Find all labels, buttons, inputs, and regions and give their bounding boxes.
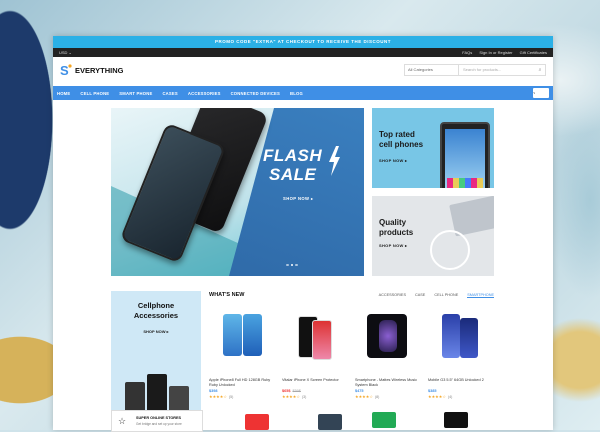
side-banner-title-line2: cell phones — [379, 140, 423, 150]
product-price: $65$$59$ — [282, 389, 348, 393]
product-image — [282, 308, 348, 370]
nav-connected-devices[interactable]: CONNECTED DEVICES — [231, 91, 280, 96]
cart-button[interactable]: 0 — [533, 88, 549, 98]
promo-title-line1: Cellphone — [111, 301, 201, 311]
product-name[interactable]: Apple iPhone8 Full HD 128GB Ruby Ruby Un… — [209, 378, 275, 388]
review-count: (8) — [375, 395, 379, 399]
search-input[interactable]: Search for products... — [459, 65, 535, 75]
product-rating: ★★★★☆(4) — [428, 394, 494, 399]
product-image — [355, 308, 421, 370]
product-name[interactable]: Smartphone - Mattes Wireless Music Syste… — [355, 378, 421, 388]
product-rating: ★★★★☆(8) — [355, 394, 421, 399]
product-card[interactable]: Vitalar iPhone X Screen Protector $65$$5… — [282, 308, 348, 399]
search-bar: All Categories Search for products... ⌕ — [404, 64, 546, 76]
gift-certificates-link[interactable]: Gift Certificates — [520, 50, 547, 55]
tab-smartphone[interactable]: SMARTPHONE — [467, 293, 494, 298]
promo-bar: PROMO CODE "EXTRA" AT CHECKOUT TO RECEIV… — [53, 36, 553, 48]
product-thumbnail[interactable] — [444, 412, 468, 428]
nav-cases[interactable]: CASES — [162, 91, 177, 96]
promo-title: Cellphone Accessories — [111, 301, 201, 320]
main-nav: HOME CELL PHONE SMART PHONE CASES ACCESS… — [53, 86, 553, 100]
side-banner-products[interactable]: Quality products SHOP NOW ▸ — [372, 196, 494, 276]
cart-icon — [533, 90, 535, 96]
feature-subtitle: Get bridge and set up your store — [136, 422, 182, 426]
product-card[interactable]: Mobile G3 5.5" 64GB Unlocked 2 $385 ★★★★… — [428, 308, 494, 399]
hero-shop-now-link[interactable]: SHOP NOW ▸ — [283, 196, 313, 201]
feature-title: SUPER ONLINE STORES — [136, 416, 181, 420]
sign-in-link[interactable]: Sign In or Register — [479, 50, 512, 55]
nav-cell-phone[interactable]: CELL PHONE — [80, 91, 109, 96]
old-price: $59$ — [292, 389, 300, 393]
logo-icon: S — [60, 64, 72, 76]
hero-title: FLASH SALE — [263, 146, 322, 184]
lightning-icon — [327, 146, 341, 176]
side-banner-shop-now[interactable]: SHOP NOW ▸ — [379, 243, 407, 248]
tab-case[interactable]: CASE — [415, 293, 425, 298]
carousel-dots — [286, 264, 298, 267]
feature-box: ☆ SUPER ONLINE STORES Get bridge and set… — [111, 410, 203, 432]
site-header: S EVERYTHING All Categories Search for p… — [53, 57, 553, 83]
carousel-dot[interactable] — [295, 264, 298, 267]
product-rating: ★★★★☆(5) — [209, 394, 275, 399]
product-card[interactable]: Apple iPhone8 Full HD 128GB Ruby Ruby Un… — [209, 308, 275, 399]
carousel-dot[interactable] — [291, 264, 294, 267]
product-rating: ★★★★☆(3) — [282, 394, 348, 399]
tab-accessories[interactable]: ACCESSORIES — [379, 293, 406, 298]
nav-accessories[interactable]: ACCESSORIES — [188, 91, 221, 96]
side-banner-title: Top rated cell phones — [379, 130, 423, 150]
star-icon: ☆ — [118, 416, 126, 427]
promo-title-line2: Accessories — [111, 311, 201, 321]
section-title: WHAT'S NEW — [209, 292, 244, 298]
product-thumbnail[interactable] — [372, 412, 396, 428]
promo-shop-now[interactable]: SHOP NOW ▸ — [111, 329, 201, 334]
product-image — [209, 308, 275, 370]
product-price: $475 — [355, 389, 421, 393]
product-thumbnail[interactable] — [318, 414, 342, 430]
top-bar: USD ⌄ FAQs Sign In or Register Gift Cert… — [53, 48, 553, 57]
product-name[interactable]: Mobile G3 5.5" 64GB Unlocked 2 — [428, 378, 494, 388]
side-banner-title-line2: products — [379, 228, 413, 238]
product-tabs: ACCESSORIES CASE CELL PHONE SMARTPHONE — [370, 293, 494, 298]
review-count: (3) — [302, 395, 306, 399]
category-select[interactable]: All Categories — [405, 65, 459, 75]
nav-blog[interactable]: BLOG — [290, 91, 303, 96]
nav-home[interactable]: HOME — [57, 91, 70, 96]
side-banner-phones[interactable]: Top rated cell phones SHOP NOW ▸ — [372, 108, 494, 188]
side-banner-title-line1: Top rated — [379, 130, 423, 140]
review-count: (4) — [448, 395, 452, 399]
review-count: (5) — [229, 395, 233, 399]
currency-selector[interactable]: USD ⌄ — [59, 48, 72, 57]
phone-image — [440, 122, 490, 188]
side-banner-title: Quality products — [379, 218, 413, 238]
product-price: $398 — [209, 389, 275, 393]
cart-count: 0 — [536, 91, 539, 96]
site-logo[interactable]: S EVERYTHING — [60, 64, 250, 76]
svg-text:S: S — [60, 64, 69, 76]
cable-image — [430, 230, 470, 270]
product-name[interactable]: Vitalar iPhone X Screen Protector — [282, 378, 348, 388]
hero-title-line1: FLASH — [263, 146, 322, 165]
faq-link[interactable]: FAQs — [462, 50, 472, 55]
product-thumbnail[interactable] — [245, 414, 269, 430]
tab-cell-phone[interactable]: CELL PHONE — [434, 293, 458, 298]
logo-text: EVERYTHING — [75, 66, 123, 75]
whats-new-header: WHAT'S NEW ACCESSORIES CASE CELL PHONE S… — [209, 290, 494, 300]
hero-banner[interactable]: FLASH SALE SHOP NOW ▸ — [111, 108, 364, 276]
product-card[interactable]: Smartphone - Mattes Wireless Music Syste… — [355, 308, 421, 399]
top-links: FAQs Sign In or Register Gift Certificat… — [456, 48, 547, 57]
side-banner-title-line1: Quality — [379, 218, 413, 228]
sale-price: $65$ — [282, 389, 290, 393]
product-price: $385 — [428, 389, 494, 393]
carousel-dot[interactable] — [286, 264, 289, 267]
side-banner-shop-now[interactable]: SHOP NOW ▸ — [379, 158, 407, 163]
product-image — [428, 308, 494, 370]
search-icon[interactable]: ⌕ — [535, 65, 545, 75]
hero-title-line2: SALE — [269, 165, 322, 184]
accessories-promo[interactable]: Cellphone Accessories SHOP NOW ▸ — [111, 291, 201, 426]
nav-smart-phone[interactable]: SMART PHONE — [119, 91, 152, 96]
